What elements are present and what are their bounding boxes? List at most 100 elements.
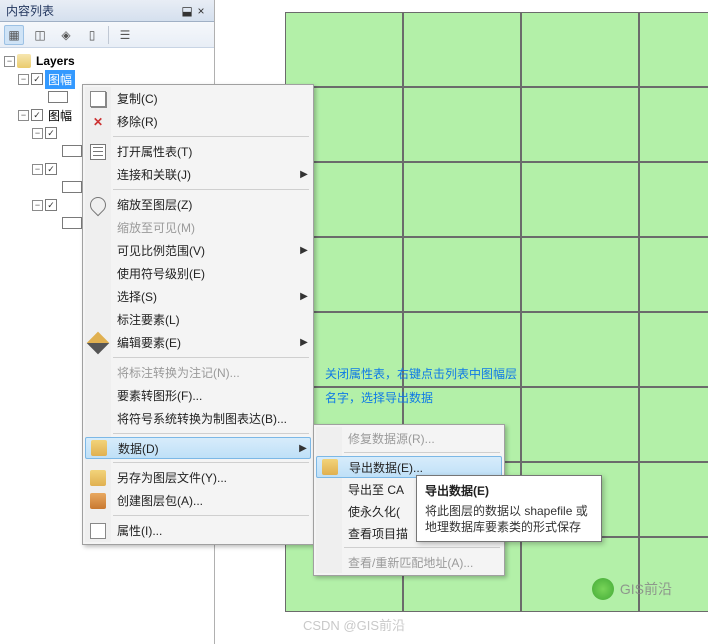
tooltip-body: 将此图层的数据以 shapefile 或地理数据库要素类的形式保存 [425, 503, 593, 535]
menu-item-label: 修复数据源(R)... [342, 430, 502, 447]
context-menu-item[interactable]: 连接和关联(J)▶ [85, 163, 311, 186]
menu-item-label: 打开属性表(T) [111, 143, 311, 160]
menu-item-label: 另存为图层文件(Y)... [111, 469, 311, 486]
context-menu-item[interactable]: 复制(C) [85, 87, 311, 110]
menu-item-label: 缩放至图层(Z) [111, 196, 311, 213]
menu-item-label: 属性(I)... [111, 522, 311, 539]
menu-item-label: 编辑要素(E) [111, 334, 297, 351]
layers-root[interactable]: − Layers [4, 52, 210, 70]
symbol-swatch[interactable] [62, 145, 82, 157]
visibility-checkbox[interactable] [45, 163, 57, 175]
collapse-icon[interactable]: − [32, 200, 43, 211]
context-menu-item: 将标注转换为注记(N)... [85, 361, 311, 384]
submenu-arrow-icon: ▶ [297, 169, 311, 180]
copy-icon [85, 87, 111, 110]
visibility-checkbox[interactable] [31, 73, 43, 85]
menu-item-label: 选择(S) [111, 288, 297, 305]
visibility-checkbox[interactable] [45, 127, 57, 139]
blank-icon [85, 361, 111, 384]
context-menu-item[interactable]: 缩放至图层(Z) [85, 193, 311, 216]
menu-item-label: 缩放至可见(M) [111, 219, 311, 236]
menu-item-label: 复制(C) [111, 90, 311, 107]
context-menu-item[interactable]: 将符号系统转换为制图表达(B)... [85, 407, 311, 430]
submenu-arrow-icon: ▶ [297, 337, 311, 348]
blank-icon [85, 308, 111, 331]
context-menu-item[interactable]: 要素转图形(F)... [85, 384, 311, 407]
menu-separator [113, 136, 309, 137]
menu-separator [113, 462, 309, 463]
blank-icon [316, 522, 342, 544]
menu-separator [113, 357, 309, 358]
blank-icon [85, 239, 111, 262]
symbol-swatch[interactable] [48, 91, 68, 103]
menu-item-label: 使用符号级别(E) [111, 265, 311, 282]
layers-icon [17, 54, 31, 68]
csdn-watermark: CSDN @GIS前沿 [303, 615, 405, 634]
collapse-icon[interactable]: − [32, 128, 43, 139]
context-menu-item[interactable]: 编辑要素(E)▶ [85, 331, 311, 354]
options-button[interactable]: ☰ [115, 25, 135, 45]
blank-icon [85, 407, 111, 430]
tooltip-title: 导出数据(E) [425, 482, 593, 499]
menu-item-label: 连接和关联(J) [111, 166, 297, 183]
collapse-icon[interactable]: − [18, 110, 29, 121]
menu-item-label: 要素转图形(F)... [111, 387, 311, 404]
context-menu-item[interactable]: 另存为图层文件(Y)... [85, 466, 311, 489]
edit-icon [85, 331, 111, 354]
list-by-selection-button[interactable]: ▯ [82, 25, 102, 45]
submenu-arrow-icon: ▶ [297, 245, 311, 256]
context-menu-item[interactable]: 创建图层包(A)... [85, 489, 311, 512]
blank-icon [316, 478, 342, 500]
menu-item-label: 查看/重新匹配地址(A)... [342, 554, 502, 571]
context-menu-item[interactable]: 可见比例范围(V)▶ [85, 239, 311, 262]
annotation-text: 关闭属性表，右键点击列表中图幅层 名字，选择导出数据 [325, 362, 685, 410]
visibility-checkbox[interactable] [31, 109, 43, 121]
save-icon [85, 466, 111, 489]
tooltip: 导出数据(E) 将此图层的数据以 shapefile 或地理数据库要素类的形式保… [416, 475, 602, 542]
menu-item-label: 标注要素(L) [111, 311, 311, 328]
pin-icon[interactable]: ⬓ [180, 4, 194, 18]
wechat-icon [592, 578, 614, 600]
context-menu-item[interactable]: 选择(S)▶ [85, 285, 311, 308]
list-by-visibility-button[interactable]: ◈ [56, 25, 76, 45]
submenu-item: 查看/重新匹配地址(A)... [316, 551, 502, 573]
layer-name[interactable]: 图幅 [45, 106, 75, 125]
list-by-drawing-order-button[interactable]: ▦ [4, 25, 24, 45]
submenu-arrow-icon: ▶ [296, 443, 310, 454]
context-menu-item[interactable]: ✕移除(R) [85, 110, 311, 133]
collapse-icon[interactable]: − [4, 56, 15, 67]
symbol-swatch[interactable] [62, 181, 82, 193]
table-icon [85, 140, 111, 163]
toc-header: 内容列表 ⬓ × [0, 0, 214, 22]
toc-title: 内容列表 [6, 2, 180, 19]
close-icon[interactable]: × [194, 4, 208, 18]
zoom-icon [85, 193, 111, 216]
menu-item-label: 导出数据(E)... [343, 459, 501, 476]
blank-icon [85, 216, 111, 239]
menu-separator [113, 433, 309, 434]
watermark: GIS前沿 [592, 578, 672, 600]
menu-item-label: 数据(D) [112, 440, 296, 457]
menu-item-label: 可见比例范围(V) [111, 242, 297, 259]
blank-icon [85, 384, 111, 407]
layer-name[interactable]: 图幅 [45, 70, 75, 89]
toc-toolbar: ▦ ◫ ◈ ▯ ☰ [0, 22, 214, 48]
collapse-icon[interactable]: − [32, 164, 43, 175]
context-menu-item[interactable]: 使用符号级别(E) [85, 262, 311, 285]
context-menu-item[interactable]: 标注要素(L) [85, 308, 311, 331]
context-menu-item[interactable]: 数据(D)▶ [85, 437, 311, 459]
context-menu-item[interactable]: 属性(I)... [85, 519, 311, 542]
menu-separator [344, 452, 500, 453]
remove-icon: ✕ [85, 110, 111, 133]
menu-item-label: 将符号系统转换为制图表达(B)... [111, 410, 311, 427]
visibility-checkbox[interactable] [45, 199, 57, 211]
list-by-source-button[interactable]: ◫ [30, 25, 50, 45]
blank-icon [85, 262, 111, 285]
menu-separator [113, 189, 309, 190]
save-icon [317, 457, 343, 477]
menu-separator [344, 547, 500, 548]
collapse-icon[interactable]: − [18, 74, 29, 85]
data-icon [86, 438, 112, 458]
context-menu-item[interactable]: 打开属性表(T) [85, 140, 311, 163]
symbol-swatch[interactable] [62, 217, 82, 229]
